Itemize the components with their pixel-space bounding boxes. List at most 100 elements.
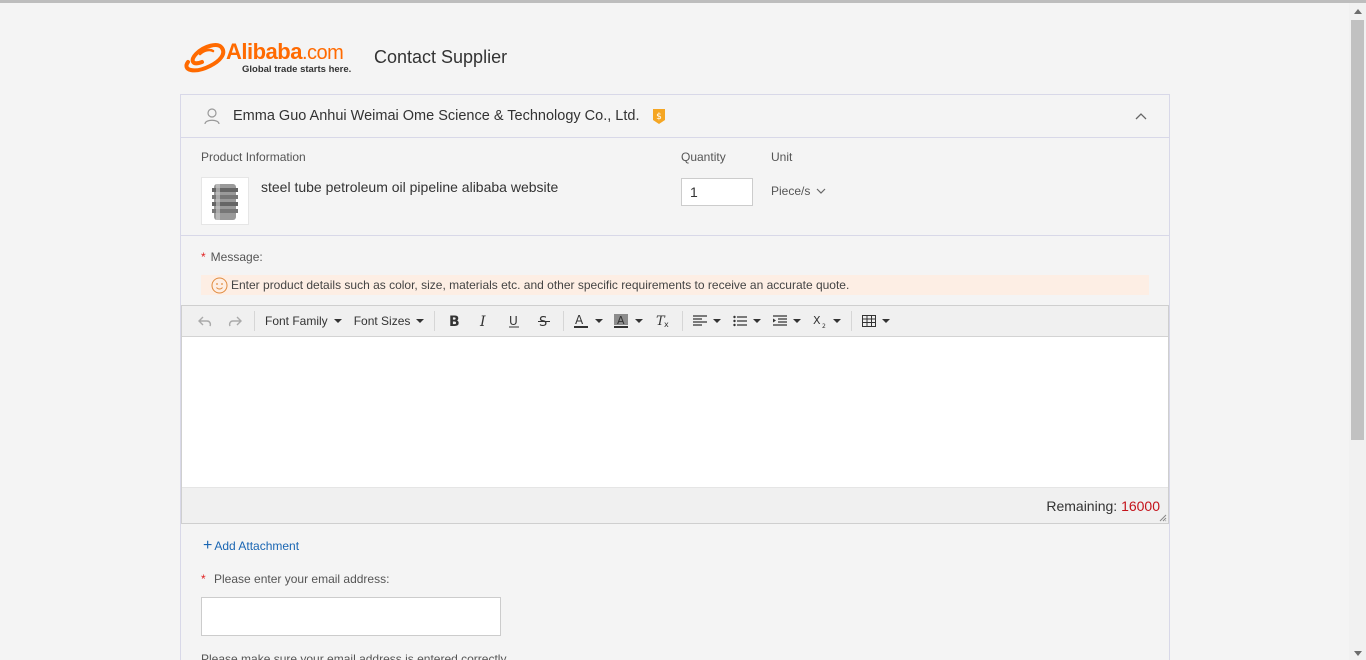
align-dropdown[interactable] — [687, 309, 727, 333]
editor-toolbar: Font Family Font Sizes B I U S A A T x X… — [182, 306, 1168, 337]
indent-icon — [773, 315, 788, 326]
caret-down-icon — [416, 319, 425, 323]
caret-down-icon — [333, 319, 342, 323]
undo-button[interactable] — [190, 309, 220, 333]
subscript-dropdown[interactable]: X2 — [807, 309, 847, 333]
email-note: Please make sure your email address is e… — [201, 652, 509, 660]
quantity-input[interactable] — [681, 178, 753, 206]
required-mark: * — [201, 572, 206, 586]
caret-down-icon — [753, 319, 762, 323]
toolbar-divider — [434, 311, 436, 331]
svg-text:x: x — [664, 320, 669, 328]
plus-icon: + — [203, 537, 213, 554]
alibaba-swoosh-icon — [184, 43, 226, 73]
message-editor-area[interactable] — [182, 337, 1168, 487]
tip-text: Enter product details such as color, siz… — [231, 278, 850, 292]
strikethrough-button[interactable]: S — [529, 309, 559, 333]
supplier-bar[interactable]: Emma Guo Anhui Weimai Ome Science & Tech… — [181, 95, 1169, 138]
toolbar-divider — [682, 311, 684, 331]
svg-text:B: B — [449, 314, 460, 328]
page-header: Alibaba.com Global trade starts here. Co… — [180, 40, 508, 75]
scroll-down-arrow-icon[interactable] — [1354, 651, 1362, 656]
alibaba-logo[interactable]: Alibaba.com Global trade starts here. — [180, 40, 362, 75]
gold-supplier-badge-icon: $ — [653, 108, 666, 124]
email-label: * Please enter your email address: — [201, 572, 390, 586]
italic-icon: I — [479, 314, 486, 328]
strikethrough-icon: S — [538, 315, 551, 328]
svg-text:X: X — [813, 314, 821, 327]
product-info-label: Product Information — [201, 150, 306, 164]
product-name[interactable]: steel tube petroleum oil pipeline alibab… — [261, 179, 558, 195]
quantity-label: Quantity — [681, 150, 726, 164]
caret-down-icon — [713, 319, 722, 323]
scroll-thumb[interactable] — [1351, 20, 1364, 440]
supplier-name: Emma Guo Anhui Weimai Ome Science & Tech… — [233, 108, 640, 124]
editor-status-bar: Remaining: 16000 — [182, 487, 1168, 523]
resize-handle-icon[interactable] — [1159, 514, 1167, 522]
bold-icon: B — [449, 314, 460, 328]
italic-button[interactable]: I — [469, 309, 499, 333]
undo-icon — [198, 316, 212, 327]
bullet-list-icon — [733, 315, 748, 327]
caret-down-icon — [595, 319, 604, 323]
contact-form-card: Emma Guo Anhui Weimai Ome Science & Tech… — [180, 94, 1170, 660]
person-icon — [204, 108, 220, 125]
add-attachment-link[interactable]: + Add Attachment — [203, 537, 299, 554]
table-icon — [862, 315, 877, 327]
remaining-count: 16000 — [1121, 498, 1160, 514]
text-color-icon: A — [574, 313, 589, 328]
svg-text:I: I — [479, 314, 486, 328]
align-left-icon — [693, 315, 708, 326]
caret-down-icon — [793, 319, 802, 323]
unit-value: Piece/s — [771, 184, 811, 198]
message-tip: Enter product details such as color, siz… — [201, 275, 1149, 295]
unit-select[interactable]: Piece/s — [771, 184, 826, 198]
text-color-button[interactable]: A — [568, 309, 608, 333]
caret-down-icon — [882, 319, 891, 323]
page-scrollbar[interactable] — [1349, 3, 1366, 660]
subscript-icon: X2 — [813, 314, 826, 328]
svg-text:A: A — [575, 313, 584, 327]
clear-formatting-button[interactable]: Tx — [648, 309, 678, 333]
font-sizes-dropdown[interactable]: Font Sizes — [348, 309, 431, 333]
indent-dropdown[interactable] — [767, 309, 807, 333]
toolbar-divider — [254, 311, 255, 331]
page-title: Contact Supplier — [374, 46, 508, 67]
bold-button[interactable]: B — [439, 309, 469, 333]
remaining-counter: Remaining: 16000 — [1046, 498, 1160, 514]
underline-icon: U — [509, 314, 520, 328]
background-color-button[interactable]: A — [608, 309, 648, 333]
redo-icon — [228, 316, 242, 327]
logo-wordmark: Alibaba.com — [226, 39, 344, 65]
logo-tagline: Global trade starts here. — [242, 64, 352, 75]
smile-icon — [211, 277, 228, 293]
clear-format-icon: Tx — [656, 314, 669, 328]
toolbar-divider — [851, 311, 853, 331]
message-label: * Message: — [201, 250, 263, 264]
top-border — [0, 0, 1366, 3]
required-mark: * — [201, 250, 206, 264]
underline-button[interactable]: U — [499, 309, 529, 333]
svg-text:A: A — [617, 314, 625, 327]
font-family-dropdown[interactable]: Font Family — [259, 309, 348, 333]
unit-label: Unit — [771, 150, 793, 164]
product-thumbnail[interactable] — [201, 177, 249, 225]
svg-text:$: $ — [657, 112, 663, 122]
product-section: Product Information Quantity Unit steel … — [181, 138, 1169, 236]
svg-text:U: U — [509, 314, 518, 328]
email-input[interactable] — [201, 597, 501, 636]
list-dropdown[interactable] — [727, 309, 767, 333]
scroll-up-arrow-icon[interactable] — [1354, 9, 1362, 14]
redo-button[interactable] — [220, 309, 250, 333]
rich-text-editor: Font Family Font Sizes B I U S A A T x X… — [181, 305, 1169, 524]
background-color-icon: A — [614, 314, 629, 328]
chevron-down-icon — [816, 188, 826, 194]
svg-text:2: 2 — [822, 323, 826, 328]
steel-bellows-image — [212, 184, 238, 220]
table-dropdown[interactable] — [856, 309, 896, 333]
toolbar-divider — [563, 311, 565, 331]
chevron-up-icon[interactable] — [1135, 111, 1147, 121]
caret-down-icon — [635, 319, 644, 323]
logo-text: Alibaba.com Global trade starts here. — [226, 40, 362, 75]
caret-down-icon — [833, 319, 842, 323]
